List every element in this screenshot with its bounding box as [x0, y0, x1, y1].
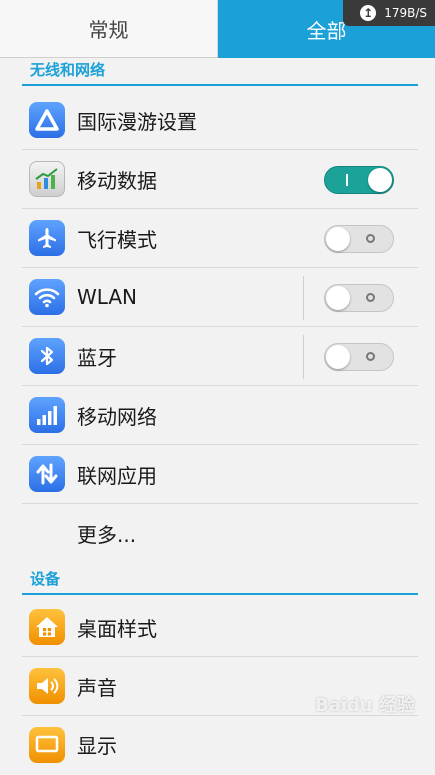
- section-header-wireless-label: 无线和网络: [30, 61, 106, 79]
- divider: [303, 335, 304, 379]
- settings-item-mobile-data-label: 移动数据: [77, 168, 157, 193]
- settings-item-network-apps[interactable]: 联网应用: [22, 445, 418, 504]
- tab-all-label: 全部: [306, 18, 347, 43]
- settings-item-mobile-network[interactable]: 移动网络: [22, 386, 418, 445]
- airplane-mode-toggle[interactable]: [324, 225, 394, 253]
- settings-item-network-apps-label: 联网应用: [77, 463, 157, 488]
- speaker-icon: [29, 668, 65, 704]
- mobile-data-toggle[interactable]: [324, 166, 394, 194]
- wifi-icon: [29, 279, 65, 315]
- baidu-watermark: Baidu 经验: [314, 695, 415, 716]
- settings-item-more[interactable]: 更多...: [22, 504, 418, 563]
- section-header-wireless: 无线和网络: [22, 60, 418, 86]
- settings-item-display-label: 显示: [77, 734, 117, 758]
- section-header-device-label: 设备: [30, 570, 61, 588]
- airplane-icon: [29, 220, 65, 256]
- wlan-toggle[interactable]: [324, 284, 394, 312]
- settings-item-airplane[interactable]: 飞行模式: [22, 209, 418, 268]
- settings-item-roaming[interactable]: 国际漫游设置: [22, 91, 418, 150]
- tab-general[interactable]: 常规: [0, 0, 218, 58]
- settings-item-mobile-data[interactable]: 移动数据: [22, 150, 418, 209]
- toggle-knob: [326, 286, 350, 310]
- display-icon: [29, 727, 65, 763]
- settings-item-roaming-label: 国际漫游设置: [77, 109, 197, 134]
- toggle-knob: [326, 345, 350, 369]
- settings-item-more-label: 更多...: [77, 523, 137, 547]
- toggle-on-mark-icon: [346, 174, 348, 186]
- up-down-arrows-icon: [29, 456, 65, 492]
- home-icon: [29, 609, 65, 645]
- section-header-device: 设备: [22, 569, 418, 595]
- divider: [303, 276, 304, 320]
- toggle-off-mark-icon: [366, 293, 375, 302]
- signal-bars-icon: [29, 397, 65, 433]
- settings-item-airplane-label: 飞行模式: [77, 227, 157, 252]
- network-speed-indicator: ↥ 179B/S: [343, 0, 435, 26]
- settings-item-display[interactable]: 显示: [22, 716, 418, 775]
- upload-arrow-icon: ↥: [360, 5, 377, 21]
- bluetooth-toggle[interactable]: [324, 343, 394, 371]
- settings-item-bluetooth-label: 蓝牙: [77, 345, 117, 370]
- tab-bar: 常规 全部 ↥ 179B/S: [0, 0, 435, 58]
- settings-item-sound-label: 声音: [77, 675, 117, 700]
- bluetooth-icon: [29, 338, 65, 374]
- network-speed-text: 179B/S: [384, 6, 427, 20]
- mobile-data-chart-icon: [29, 161, 65, 197]
- settings-item-home-style-label: 桌面样式: [77, 616, 157, 641]
- toggle-off-mark-icon: [366, 234, 375, 243]
- settings-item-wlan-label: WLAN: [77, 285, 138, 309]
- toggle-off-mark-icon: [366, 352, 375, 361]
- toggle-knob: [368, 168, 392, 192]
- settings-item-bluetooth[interactable]: 蓝牙: [22, 327, 418, 386]
- roaming-triangle-icon: [29, 102, 65, 138]
- settings-item-mobile-network-label: 移动网络: [77, 404, 157, 429]
- tab-general-label: 常规: [88, 18, 129, 42]
- settings-item-wlan[interactable]: WLAN: [22, 268, 418, 327]
- toggle-knob: [326, 227, 350, 251]
- settings-item-home-style[interactable]: 桌面样式: [22, 598, 418, 657]
